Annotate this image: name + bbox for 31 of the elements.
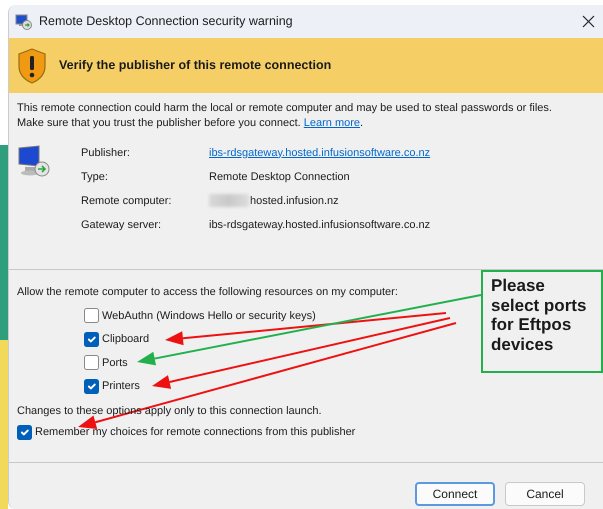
detail-label: Type: (81, 170, 109, 185)
annotation-callout: Please select ports for Eftpos devices (481, 270, 603, 373)
detail-label: Remote computer: (81, 194, 172, 209)
redacted-blur (209, 194, 249, 208)
detail-value: ibs-rdsgateway.hosted.infusionsoftware.co.nz (209, 218, 430, 233)
checkbox-label: WebAuthn (Windows Hello or security keys) (102, 308, 316, 324)
warning-shield-icon (17, 48, 47, 84)
dialog-button[interactable]: Cancel (505, 482, 585, 506)
detail-value: Remote Desktop Connection (209, 170, 351, 185)
checkbox-label: Ports (102, 356, 128, 371)
remote-desktop-icon (17, 144, 51, 179)
detail-label: Gateway server: (81, 218, 162, 233)
checkbox[interactable] (84, 378, 99, 394)
publisher-link[interactable]: ibs-rdsgateway.hosted.infusionsoftware.co.nz (209, 146, 430, 161)
checkbox[interactable] (84, 355, 99, 370)
close-icon[interactable] (582, 15, 595, 28)
checkbox-label: Printers (102, 379, 140, 394)
remote-desktop-icon (15, 14, 33, 30)
checkbox-label: Remember my choices for remote connections from this publisher (35, 425, 356, 440)
checkbox[interactable] (84, 308, 99, 324)
warning-message: This remote connection could harm the local or remote computer and may be used to steal passwords or files. Make sure that you trust the publisher before you connect. Learn more. (17, 102, 552, 129)
detail-label: Publisher: (81, 146, 131, 161)
resources-prompt: Allow the remote computer to access the following resources on my computer: (17, 286, 398, 298)
checkbox[interactable] (17, 424, 32, 440)
detail-value: hosted.infusion.nz (250, 194, 339, 207)
banner-title: Verify the publisher of this remote connection (59, 57, 332, 74)
learn-more-link[interactable]: Learn more (304, 116, 360, 129)
checkbox-label: Clipboard (102, 332, 150, 348)
checkbox[interactable] (84, 332, 99, 347)
window-title: Remote Desktop Connection security warning (39, 13, 293, 30)
dialog-button[interactable]: Connect (415, 482, 495, 506)
